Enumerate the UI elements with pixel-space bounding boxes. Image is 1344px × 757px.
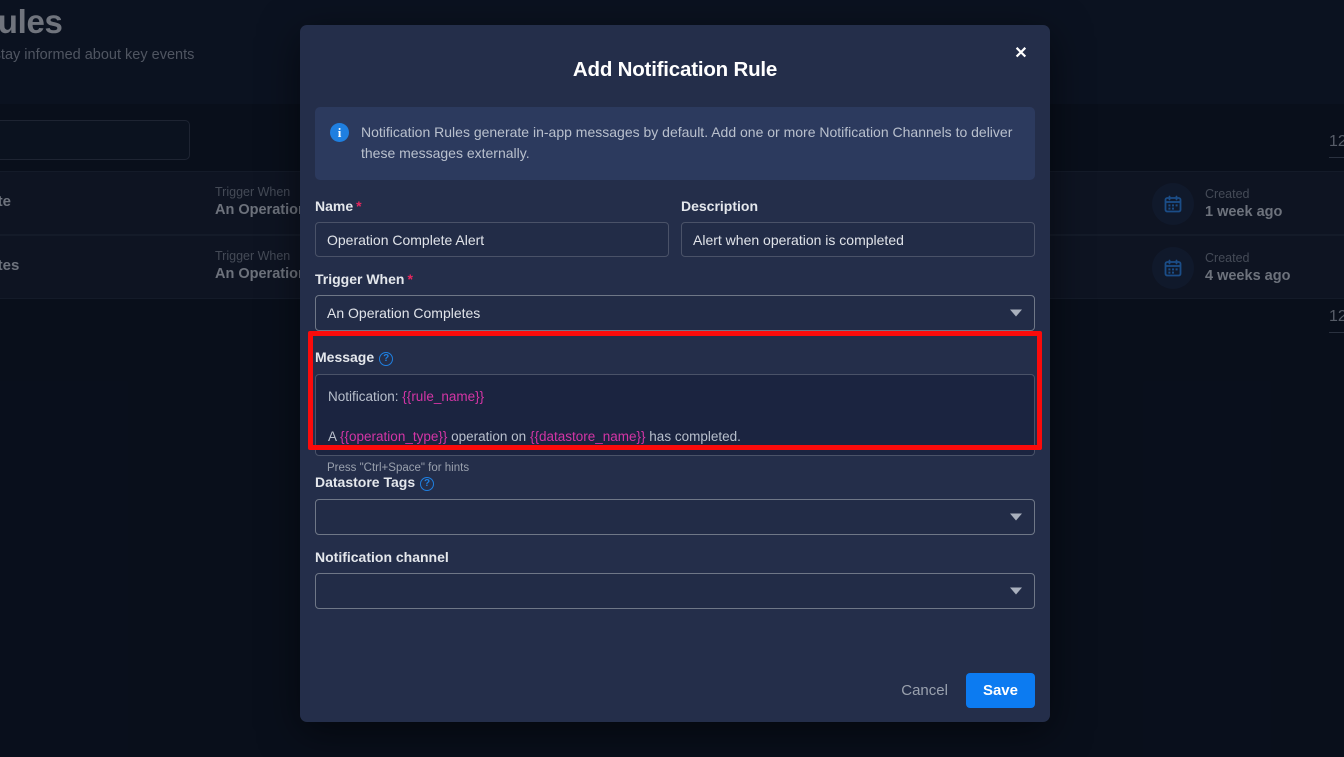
datastore-tags-field-group: Datastore Tags? (315, 474, 1035, 535)
message-line-1: Notification: {{rule_name}} (328, 387, 1022, 407)
description-label: Description (681, 198, 759, 214)
message-line2-b: operation on (447, 429, 530, 444)
help-icon[interactable]: ? (420, 477, 435, 491)
name-input[interactable] (315, 222, 669, 257)
info-icon: i (330, 123, 349, 142)
message-field-group: Message? Notification: {{rule_name}} A {… (315, 349, 1035, 474)
message-line2-a: A (328, 429, 341, 444)
dialog-footer: Cancel Save (897, 673, 1035, 708)
screen: ation Rules n rules to stay informed abo… (0, 0, 1344, 757)
info-banner-text: Notification Rules generate in-app messa… (361, 124, 1013, 161)
add-notification-rule-dialog: ✕ Add Notification Rule i Notification R… (300, 25, 1050, 722)
message-line2-c: has completed. (645, 429, 741, 444)
trigger-when-field-group: Trigger When * An Operation Completes (315, 271, 1035, 331)
message-label-text: Message (315, 349, 375, 365)
notification-channel-select[interactable] (315, 573, 1035, 609)
datastore-tags-label: Datastore Tags? (315, 474, 1035, 491)
name-field-group: Name * (315, 198, 669, 257)
required-marker: * (356, 198, 362, 214)
close-icon[interactable]: ✕ (1004, 37, 1038, 71)
template-variable-datastore-name: {{datastore_name}} (529, 429, 646, 444)
datastore-tags-select[interactable] (315, 499, 1035, 535)
template-variable-rule-name: {{rule_name}} (402, 389, 485, 404)
trigger-when-select[interactable]: An Operation Completes (315, 295, 1035, 331)
message-editor[interactable]: Notification: {{rule_name}} A {{operatio… (315, 374, 1035, 456)
save-button[interactable]: Save (965, 673, 1035, 708)
rule-form: Name* Description Trigger When* An Opera… (300, 198, 1050, 609)
dialog-title: Add Notification Rule (572, 58, 778, 81)
message-line1-prefix: Notification: (328, 389, 403, 404)
name-description-row: Name* Description (315, 198, 1035, 257)
name-label: Name * (315, 198, 669, 214)
template-variable-operation-type: {{operation_type}} (340, 429, 448, 444)
trigger-when-label: Trigger When * (315, 271, 1035, 287)
notification-channel-label: Notification channel (315, 549, 449, 565)
cancel-button[interactable]: Cancel (897, 674, 952, 707)
description-input[interactable] (681, 222, 1035, 257)
message-line-2: A {{operation_type}} operation on {{data… (328, 427, 1022, 447)
chevron-down-icon (1010, 513, 1022, 521)
message-hint: Press "Ctrl+Space" for hints (327, 462, 470, 474)
trigger-when-label-text: Trigger When (315, 271, 405, 287)
required-marker: * (407, 271, 413, 287)
description-field-group: Description (681, 198, 1035, 257)
chevron-down-icon (1010, 587, 1022, 595)
name-label-text: Name (315, 198, 354, 214)
chevron-down-icon (1010, 309, 1022, 317)
info-banner: i Notification Rules generate in-app mes… (315, 107, 1035, 180)
notification-channel-field-group: Notification channel (315, 549, 1035, 609)
datastore-tags-label-text: Datastore Tags (315, 474, 416, 490)
help-icon[interactable]: ? (379, 352, 394, 366)
trigger-when-value: An Operation Completes (327, 305, 481, 321)
message-label: Message? (315, 349, 1035, 366)
